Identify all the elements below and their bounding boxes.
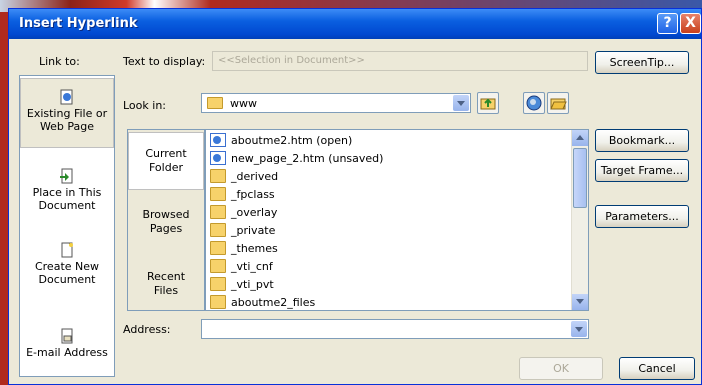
- tab-browsed-pages-1: Browsed: [142, 208, 190, 221]
- chevron-down-icon[interactable]: [571, 321, 587, 337]
- scroll-down-icon[interactable]: [572, 294, 588, 310]
- link-create-new-document[interactable]: Create New Document: [20, 242, 114, 286]
- file-list-item[interactable]: _private: [210, 222, 275, 240]
- look-in-dropdown[interactable]: www: [201, 93, 471, 113]
- cancel-button[interactable]: Cancel: [619, 357, 695, 380]
- file-name: _overlay: [231, 206, 278, 219]
- file-list-item[interactable]: _vti_cnf: [210, 258, 273, 276]
- link-create-label-1: Create New: [34, 260, 100, 273]
- tab-current-folder-2: Folder: [149, 161, 183, 174]
- link-email-label: E-mail Address: [26, 346, 108, 359]
- folder-icon: [210, 295, 226, 309]
- tab-recent-files-1: Recent: [146, 270, 186, 283]
- file-name: aboutme2_files: [231, 296, 316, 309]
- folder-icon: [210, 241, 226, 255]
- text-to-display-field[interactable]: <<Selection in Document>>: [212, 51, 588, 71]
- address-label: Address:: [123, 323, 171, 336]
- file-name: new_page_2.htm (unsaved): [231, 152, 384, 165]
- new-document-icon: [61, 242, 73, 258]
- link-place-in-document[interactable]: Place in This Document: [20, 168, 114, 212]
- browse-file-button[interactable]: [547, 92, 569, 114]
- look-in-label: Look in:: [123, 99, 166, 112]
- insert-hyperlink-dialog: Insert Hyperlink ? X Link to: Existing F…: [8, 8, 702, 385]
- parameters-button[interactable]: Parameters...: [595, 205, 689, 228]
- ok-button[interactable]: OK: [519, 357, 603, 380]
- scroll-thumb[interactable]: [573, 148, 587, 208]
- bookmark-button[interactable]: Bookmark...: [595, 129, 689, 152]
- link-existing-file-label-1: Existing File or: [26, 107, 108, 120]
- close-button[interactable]: X: [680, 13, 701, 34]
- file-list-item[interactable]: new_page_2.htm (unsaved): [210, 150, 383, 168]
- file-name: _themes: [231, 242, 278, 255]
- globe-page-icon: [60, 89, 73, 105]
- file-name: _derived: [231, 170, 279, 183]
- link-create-label-2: Document: [38, 273, 96, 286]
- email-icon: [61, 328, 73, 344]
- file-list-item[interactable]: aboutme2_files: [210, 294, 316, 310]
- file-list-item[interactable]: _themes: [210, 240, 278, 258]
- folder-icon: [207, 97, 223, 109]
- tab-browsed-pages-2: Pages: [149, 222, 183, 235]
- folder-icon: [210, 169, 226, 183]
- file-name: aboutme2.htm (open): [231, 134, 353, 147]
- look-in-value: www: [230, 97, 257, 110]
- file-list-item[interactable]: aboutme2.htm (open): [210, 132, 352, 150]
- browse-web-button[interactable]: [523, 92, 545, 114]
- up-one-folder-button[interactable]: [477, 92, 499, 114]
- browse-web-icon: [526, 95, 542, 111]
- folder-icon: [210, 205, 226, 219]
- text-to-display-label: Text to display:: [123, 55, 206, 68]
- link-email-address[interactable]: E-mail Address: [20, 328, 114, 359]
- file-name: _vti_pvt: [231, 278, 274, 291]
- tab-recent-files[interactable]: Recent Files: [128, 270, 204, 298]
- link-existing-file[interactable]: Existing File or Web Page: [20, 78, 114, 148]
- file-name: _vti_cnf: [231, 260, 273, 273]
- folder-icon: [210, 223, 226, 237]
- up-folder-icon: [480, 98, 496, 110]
- file-name: _private: [231, 224, 276, 237]
- link-place-label-2: Document: [38, 199, 96, 212]
- tab-current-folder[interactable]: Current Folder: [128, 132, 204, 190]
- folder-icon: [210, 259, 226, 273]
- file-list[interactable]: aboutme2.htm (open) new_page_2.htm (unsav…: [205, 129, 589, 311]
- open-folder-icon: [550, 98, 567, 110]
- address-input[interactable]: [201, 319, 589, 339]
- web-page-icon: [210, 151, 226, 165]
- file-list-item[interactable]: _derived: [210, 168, 278, 186]
- file-list-item[interactable]: _fpclass: [210, 186, 275, 204]
- link-to-bar: Existing File or Web Page Place in This …: [19, 75, 115, 377]
- dialog-title: Insert Hyperlink: [19, 16, 138, 31]
- tab-recent-files-2: Files: [153, 284, 179, 297]
- help-button[interactable]: ?: [657, 13, 678, 34]
- screentip-button[interactable]: ScreenTip...: [595, 51, 689, 74]
- file-list-item[interactable]: _vti_pvt: [210, 276, 274, 294]
- link-existing-file-label-2: Web Page: [39, 120, 95, 133]
- link-to-label: Link to:: [39, 55, 80, 68]
- link-place-label-1: Place in This: [32, 186, 102, 199]
- title-bar[interactable]: Insert Hyperlink ? X: [9, 9, 701, 39]
- folder-icon: [210, 277, 226, 291]
- file-name: _fpclass: [231, 188, 275, 201]
- tab-current-folder-1: Current: [145, 147, 187, 160]
- scroll-up-icon[interactable]: [572, 130, 588, 146]
- tab-browsed-pages[interactable]: Browsed Pages: [128, 208, 204, 236]
- folder-icon: [210, 187, 226, 201]
- target-frame-button[interactable]: Target Frame...: [595, 159, 689, 182]
- browse-tabs: Current Folder Browsed Pages Recent File…: [127, 129, 205, 311]
- web-page-icon: [210, 133, 226, 147]
- document-place-icon: [60, 168, 73, 184]
- vertical-scrollbar[interactable]: [571, 130, 588, 310]
- file-list-item[interactable]: _overlay: [210, 204, 277, 222]
- chevron-down-icon[interactable]: [453, 95, 469, 111]
